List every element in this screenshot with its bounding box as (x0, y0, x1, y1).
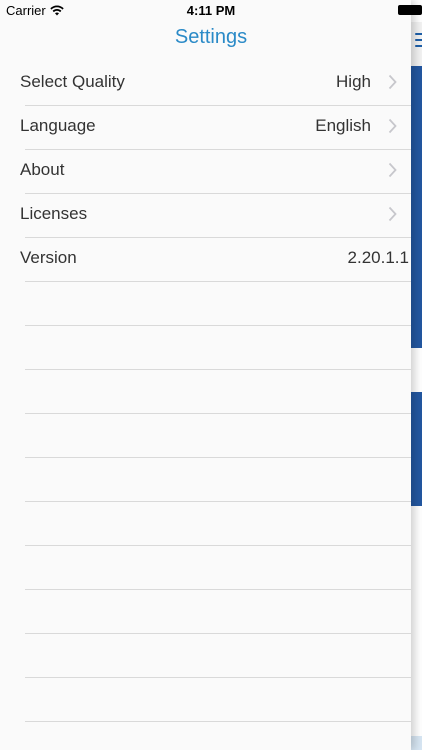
screen: Carrier 4:11 PM Settings Select Quality … (0, 0, 422, 750)
settings-row-label: About (20, 160, 65, 179)
status-time: 4:11 PM (186, 3, 236, 18)
status-bar: Carrier 4:11 PM (0, 0, 422, 22)
empty-row (25, 414, 411, 458)
settings-row-select-quality[interactable]: Select Quality High (20, 62, 411, 106)
settings-row-value: High (336, 72, 371, 91)
empty-row (25, 326, 411, 370)
settings-row-label: Licenses (20, 204, 88, 223)
empty-row (25, 282, 411, 326)
settings-row-label: Select Quality (20, 72, 125, 91)
chevron-right-icon (388, 206, 397, 222)
settings-row-version: Version 2.20.1.1 (20, 238, 411, 282)
version-value: 2.20.1.1 (347, 248, 409, 267)
underlying-bottom-strip (411, 736, 422, 750)
battery-icon (398, 5, 422, 15)
settings-row-language[interactable]: Language English (20, 106, 411, 150)
settings-row-value: English (315, 116, 371, 135)
chevron-right-icon (388, 118, 397, 134)
chevron-right-icon (388, 74, 397, 90)
empty-row (25, 370, 411, 414)
chevron-right-icon (388, 162, 397, 178)
underlying-content-block-secondary (411, 392, 422, 506)
page-title: Settings (174, 26, 248, 48)
settings-list: Select Quality High Language English Abo… (0, 62, 411, 722)
empty-row (25, 502, 411, 546)
settings-row-label: Version (20, 248, 77, 267)
underlying-app[interactable] (411, 0, 422, 750)
empty-row (25, 590, 411, 634)
underlying-content-block (411, 66, 422, 348)
settings-row-label: Language (20, 116, 96, 135)
settings-row-licenses[interactable]: Licenses (20, 194, 411, 238)
empty-row (25, 546, 411, 590)
empty-row (25, 458, 411, 502)
empty-row (25, 678, 411, 722)
settings-row-about[interactable]: About (20, 150, 411, 194)
empty-row (25, 634, 411, 678)
settings-panel: Settings Select Quality High Language En… (0, 0, 411, 750)
